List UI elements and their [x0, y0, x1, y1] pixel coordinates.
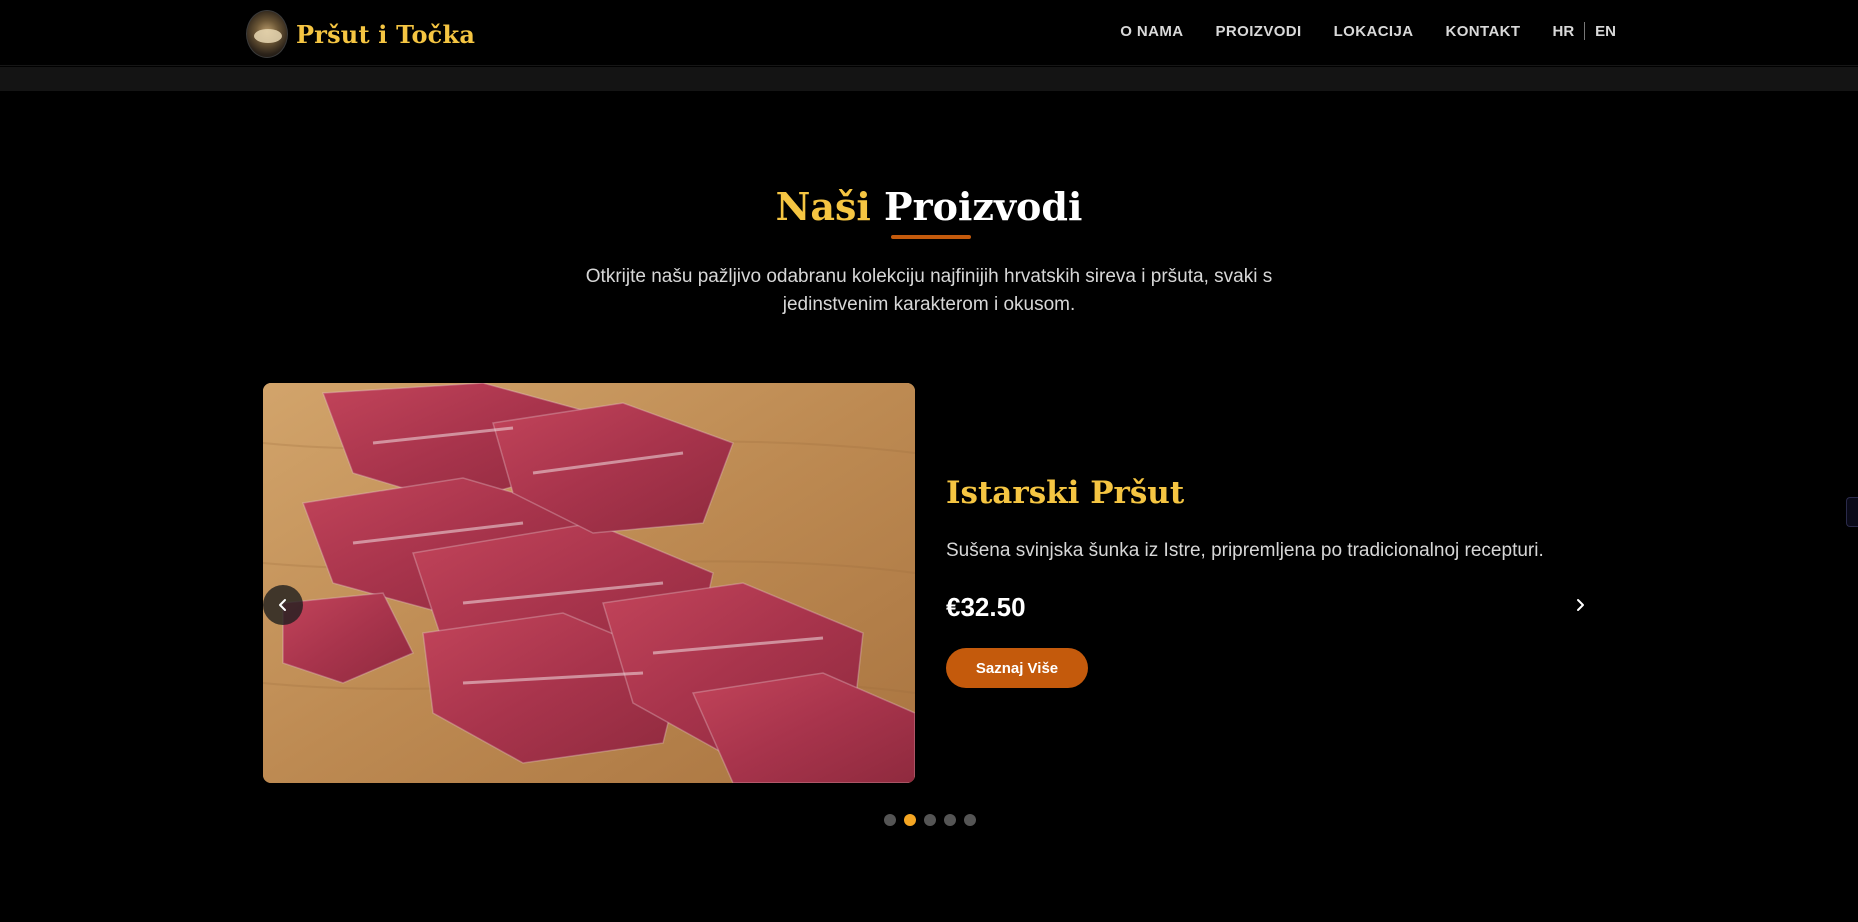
carousel-dot-1[interactable]	[884, 814, 896, 826]
lang-separator	[1584, 22, 1586, 40]
brand-link[interactable]: Pršut i Točka	[246, 10, 475, 58]
nav-link-o-nama[interactable]: O NAMA	[1120, 23, 1183, 40]
chevron-right-icon	[1577, 599, 1584, 611]
product-image	[263, 383, 915, 783]
product-name: Istarski Pršut	[946, 475, 1185, 511]
carousel-next-button[interactable]	[1560, 585, 1600, 625]
learn-more-button[interactable]: Saznaj Više	[946, 648, 1088, 688]
section-title-accent: Naši	[775, 184, 871, 229]
header-strip	[0, 67, 1858, 91]
brand-logo	[246, 10, 288, 58]
carousel-dot-2[interactable]	[904, 814, 916, 826]
brand-name: Pršut i Točka	[296, 19, 476, 49]
carousel-dot-5[interactable]	[964, 814, 976, 826]
section-intro: Otkrijte našu pažljivo odabranu kolekcij…	[585, 266, 1273, 315]
nav-link-kontakt[interactable]: KONTAKT	[1445, 23, 1520, 40]
carousel-dot-4[interactable]	[944, 814, 956, 826]
prosciutto-illustration	[263, 383, 915, 783]
carousel-dot-3[interactable]	[924, 814, 936, 826]
carousel-dots	[884, 814, 976, 826]
nav-link-lokacija[interactable]: LOKACIJA	[1334, 23, 1414, 40]
section-title-rest: Proizvodi	[884, 184, 1083, 229]
carousel-prev-button[interactable]	[263, 585, 303, 625]
title-underline	[891, 235, 971, 239]
lang-en[interactable]: EN	[1595, 23, 1616, 40]
section-title: Naši Proizvodi	[0, 184, 1858, 229]
side-widget-tab[interactable]	[1846, 497, 1858, 527]
main-nav: O NAMA PROIZVODI LOKACIJA KONTAKT HR EN	[1088, 20, 1616, 42]
nav-link-proizvodi[interactable]: PROIZVODI	[1215, 23, 1301, 40]
lang-hr[interactable]: HR	[1552, 23, 1574, 40]
language-switcher: HR EN	[1552, 22, 1616, 40]
product-description: Sušena svinjska šunka iz Istre, pripreml…	[946, 540, 1544, 561]
product-price: €32.50	[946, 592, 1026, 622]
chevron-left-icon	[279, 599, 286, 611]
